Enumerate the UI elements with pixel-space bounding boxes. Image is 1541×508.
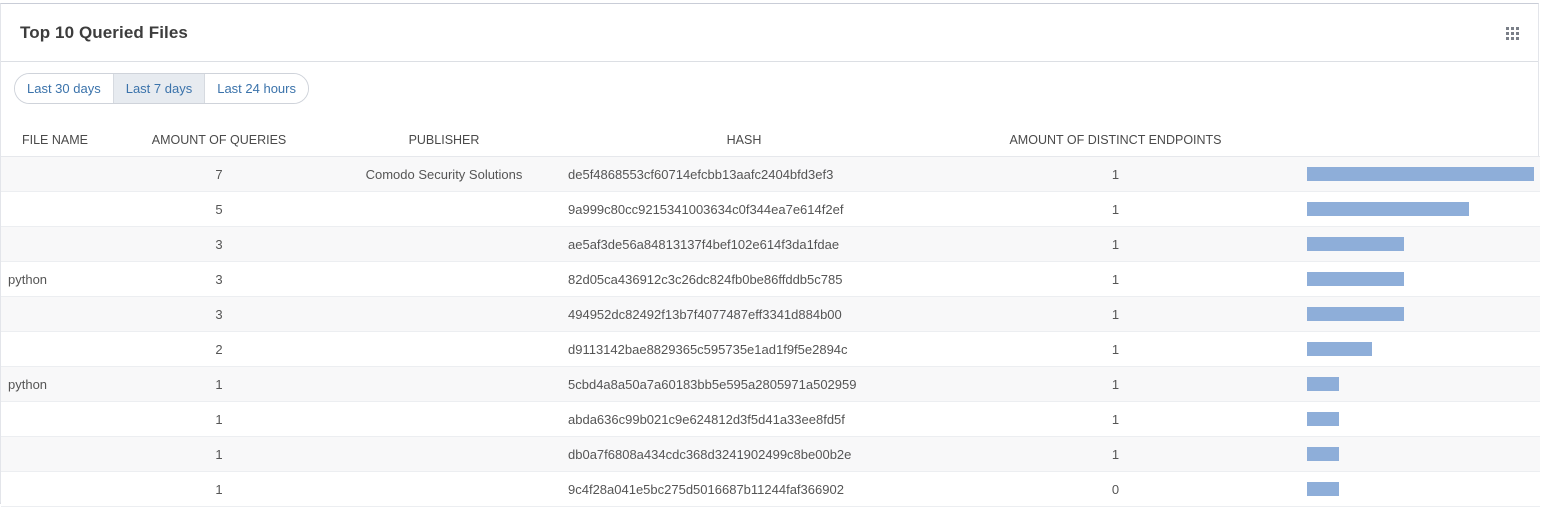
publisher-cell	[324, 436, 564, 472]
endpoints-cell: 1	[924, 296, 1307, 332]
query-count-bar	[1307, 167, 1534, 181]
file-name-cell: python	[1, 261, 114, 297]
file-name-cell: python	[1, 366, 114, 402]
endpoints-cell: 1	[924, 401, 1307, 437]
file-name-cell	[1, 436, 114, 472]
hash-cell: abda636c99b021c9e624812d3f5d41a33ee8fd5f	[564, 401, 924, 437]
query-count-bar	[1307, 272, 1404, 286]
query-bar-cell	[1307, 261, 1540, 297]
endpoints-cell: 1	[924, 436, 1307, 472]
query-bar-cell	[1307, 191, 1540, 227]
filter-last-30-days[interactable]: Last 30 days	[15, 74, 113, 103]
endpoints-cell: 0	[924, 471, 1307, 507]
column-header-queries[interactable]: AMOUNT OF QUERIES	[114, 124, 324, 157]
table-row[interactable]: 1 abda636c99b021c9e624812d3f5d41a33ee8fd5…	[1, 401, 1540, 437]
filter-last-7-days[interactable]: Last 7 days	[112, 74, 205, 103]
queries-cell: 1	[114, 471, 324, 507]
grid-icon[interactable]	[1506, 27, 1519, 40]
query-bar-cell	[1307, 401, 1540, 437]
query-bar-cell	[1307, 331, 1540, 367]
publisher-cell	[324, 401, 564, 437]
query-bar-cell	[1307, 436, 1540, 472]
table-row[interactable]: python 3 82d05ca436912c3c26dc824fb0be86ffd…	[1, 261, 1540, 297]
hash-cell: d9113142bae8829365c595735e1ad1f9f5e2894c	[564, 331, 924, 367]
table-row[interactable]: 2 d9113142bae8829365c595735e1ad1f9f5e2894…	[1, 331, 1540, 367]
query-count-bar	[1307, 307, 1404, 321]
query-bar-cell	[1307, 156, 1540, 192]
hash-cell: 5cbd4a8a50a7a60183bb5e595a2805971a502959	[564, 366, 924, 402]
files-table: FILE NAME AMOUNT OF QUERIES PUBLISHER HA…	[1, 124, 1540, 507]
publisher-cell: Comodo Security Solutions	[324, 156, 564, 192]
query-count-bar	[1307, 482, 1339, 496]
publisher-cell	[324, 471, 564, 507]
column-header-bar	[1307, 124, 1540, 157]
queries-cell: 3	[114, 296, 324, 332]
publisher-cell	[324, 296, 564, 332]
publisher-cell	[324, 191, 564, 227]
queries-cell: 1	[114, 436, 324, 472]
queries-cell: 3	[114, 261, 324, 297]
column-header-hash[interactable]: HASH	[564, 124, 924, 157]
endpoints-cell: 1	[924, 366, 1307, 402]
hash-cell: db0a7f6808a434cdc368d3241902499c8be00b2e	[564, 436, 924, 472]
file-name-cell	[1, 191, 114, 227]
table-row[interactable]: 1 db0a7f6808a434cdc368d3241902499c8be00b2…	[1, 436, 1540, 472]
file-name-cell	[1, 156, 114, 192]
query-bar-cell	[1307, 226, 1540, 262]
endpoints-cell: 1	[924, 261, 1307, 297]
queries-cell: 7	[114, 156, 324, 192]
queries-cell: 1	[114, 366, 324, 402]
queries-cell: 1	[114, 401, 324, 437]
query-bar-cell	[1307, 471, 1540, 507]
file-name-cell	[1, 471, 114, 507]
hash-cell: 82d05ca436912c3c26dc824fb0be86ffddb5c785	[564, 261, 924, 297]
endpoints-cell: 1	[924, 156, 1307, 192]
query-bar-cell	[1307, 296, 1540, 332]
query-count-bar	[1307, 412, 1339, 426]
table-row[interactable]: 7 Comodo Security Solutions de5f4868553cf6…	[1, 156, 1540, 192]
queries-cell: 3	[114, 226, 324, 262]
endpoints-cell: 1	[924, 226, 1307, 262]
query-count-bar	[1307, 377, 1339, 391]
publisher-cell	[324, 226, 564, 262]
hash-cell: 494952dc82492f13b7f4077487eff3341d884b00	[564, 296, 924, 332]
file-name-cell	[1, 296, 114, 332]
hash-cell: 9c4f28a041e5bc275d5016687b11244faf366902	[564, 471, 924, 507]
table-header-row: FILE NAME AMOUNT OF QUERIES PUBLISHER HA…	[1, 124, 1540, 157]
table-row[interactable]: 5 9a999c80cc9215341003634c0f344ea7e614f2e…	[1, 191, 1540, 227]
query-count-bar	[1307, 202, 1469, 216]
query-count-bar	[1307, 342, 1372, 356]
endpoints-cell: 1	[924, 331, 1307, 367]
table-row[interactable]: 3 ae5af3de56a84813137f4bef102e614f3da1fda…	[1, 226, 1540, 262]
column-header-endpoints[interactable]: AMOUNT OF DISTINCT ENDPOINTS	[924, 124, 1307, 157]
query-bar-cell	[1307, 366, 1540, 402]
publisher-cell	[324, 331, 564, 367]
publisher-cell	[324, 261, 564, 297]
hash-cell: ae5af3de56a84813137f4bef102e614f3da1fdae	[564, 226, 924, 262]
queries-cell: 5	[114, 191, 324, 227]
top-queried-files-widget: Top 10 Queried Files Last 30 days Last 7…	[0, 3, 1540, 507]
file-name-cell	[1, 331, 114, 367]
time-range-filter: Last 30 days Last 7 days Last 24 hours	[14, 73, 309, 104]
query-count-bar	[1307, 237, 1404, 251]
column-header-file-name[interactable]: FILE NAME	[1, 124, 114, 157]
publisher-cell	[324, 366, 564, 402]
widget-header: Top 10 Queried Files	[1, 4, 1538, 62]
hash-cell: 9a999c80cc9215341003634c0f344ea7e614f2ef	[564, 191, 924, 227]
query-count-bar	[1307, 447, 1339, 461]
table-row[interactable]: python 1 5cbd4a8a50a7a60183bb5e595a2805971…	[1, 366, 1540, 402]
file-name-cell	[1, 226, 114, 262]
hash-cell: de5f4868553cf60714efcbb13aafc2404bfd3ef3	[564, 156, 924, 192]
file-name-cell	[1, 401, 114, 437]
column-header-publisher[interactable]: PUBLISHER	[324, 124, 564, 157]
table-row[interactable]: 3 494952dc82492f13b7f4077487eff3341d884b0…	[1, 296, 1540, 332]
endpoints-cell: 1	[924, 191, 1307, 227]
table-row[interactable]: 1 9c4f28a041e5bc275d5016687b11244faf36690…	[1, 471, 1540, 507]
widget-title: Top 10 Queried Files	[20, 23, 188, 42]
filter-last-24-hours[interactable]: Last 24 hours	[204, 74, 308, 103]
queries-cell: 2	[114, 331, 324, 367]
